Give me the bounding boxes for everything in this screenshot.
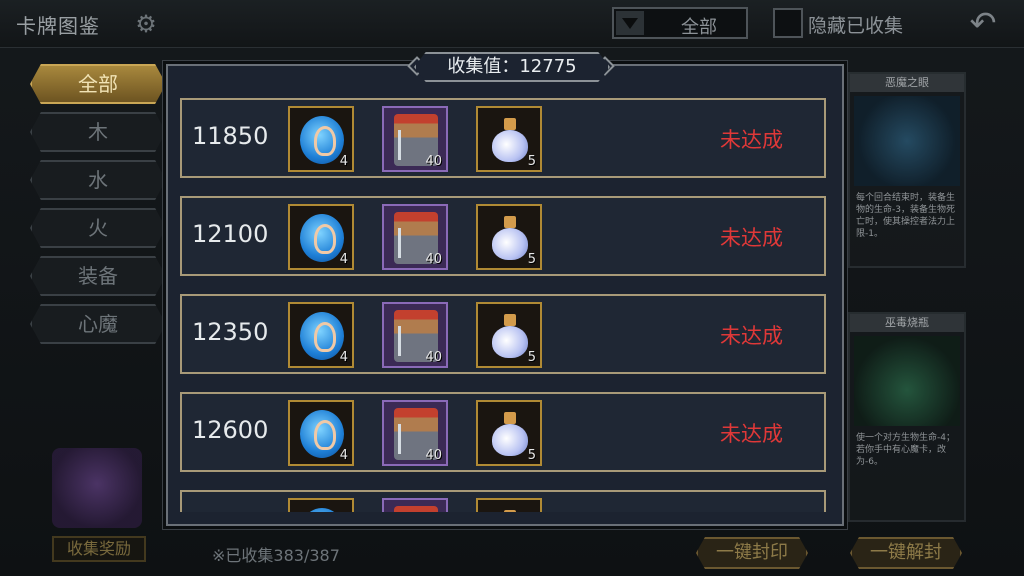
reward-threshold: 12350 bbox=[192, 318, 269, 346]
blue-drop-icon bbox=[300, 214, 344, 262]
chevron-down-icon[interactable] bbox=[616, 11, 644, 35]
status-label: 未达成 bbox=[720, 128, 783, 152]
collection-reward-button[interactable]: 收集奖励 bbox=[52, 536, 146, 562]
potion-flask-icon bbox=[492, 412, 528, 456]
reward-item[interactable]: 40 bbox=[382, 204, 448, 270]
page-title: 卡牌图鉴 bbox=[16, 14, 100, 38]
potion-flask-icon bbox=[492, 510, 528, 512]
reward-item[interactable]: 40 bbox=[382, 302, 448, 368]
reward-item[interactable]: 40 bbox=[382, 400, 448, 466]
reward-item[interactable]: 5 bbox=[476, 204, 542, 270]
tab-water[interactable]: 水 bbox=[30, 160, 166, 200]
hide-collected-checkbox[interactable] bbox=[773, 8, 803, 38]
hero-card-icon bbox=[394, 506, 438, 512]
settings-gear-icon[interactable]: ⚙ bbox=[132, 10, 160, 38]
blue-drop-icon bbox=[300, 410, 344, 458]
reward-row: 12350 4 40 5 未达成 bbox=[180, 294, 826, 374]
card-description: 使一个对方生物生命-4；若你手中有心魔卡，改为-6。 bbox=[856, 433, 955, 467]
item-count: 40 bbox=[425, 448, 442, 463]
reward-threshold: 12600 bbox=[192, 416, 269, 444]
card-name: 恶魔之眼 bbox=[850, 74, 964, 92]
item-count: 40 bbox=[425, 350, 442, 365]
blue-drop-icon bbox=[300, 508, 344, 512]
potion-flask-icon bbox=[492, 314, 528, 358]
collection-value: 收集值：12775 bbox=[447, 56, 577, 77]
collected-count: ※已收集383/387 bbox=[212, 546, 340, 565]
reward-item[interactable]: 4 bbox=[288, 204, 354, 270]
treasure-chest-icon[interactable] bbox=[52, 448, 142, 528]
reward-item[interactable]: 4 bbox=[288, 302, 354, 368]
status-label: 未达成 bbox=[720, 324, 783, 348]
filter-value: 全部 bbox=[681, 17, 717, 38]
seal-all-button[interactable]: 一键封印 bbox=[696, 537, 808, 569]
reward-threshold: 12100 bbox=[192, 220, 269, 248]
card-name: 巫毒烧瓶 bbox=[850, 314, 964, 332]
reward-item[interactable] bbox=[382, 498, 448, 512]
potion-flask-icon bbox=[492, 118, 528, 162]
reward-item[interactable] bbox=[476, 498, 542, 512]
tab-heart-demon[interactable]: 心魔 bbox=[30, 304, 166, 344]
blue-drop-icon bbox=[300, 312, 344, 360]
reward-item[interactable]: 5 bbox=[476, 400, 542, 466]
item-count: 5 bbox=[527, 350, 536, 365]
item-count: 5 bbox=[527, 448, 536, 463]
card-demon-eye[interactable]: 恶魔之眼 每个回合结束时，装备生物的生命-3，装备生物死亡时，使其操控者法力上限… bbox=[848, 72, 966, 268]
item-count: 40 bbox=[425, 154, 442, 169]
item-count: 4 bbox=[339, 350, 348, 365]
item-count: 4 bbox=[339, 154, 348, 169]
card-description: 每个回合结束时，装备生物的生命-3，装备生物死亡时，使其操控者法力上限-1。 bbox=[856, 193, 956, 239]
reward-item[interactable]: 4 bbox=[288, 400, 354, 466]
item-count: 40 bbox=[425, 252, 442, 267]
item-count: 5 bbox=[527, 154, 536, 169]
tab-wood[interactable]: 木 bbox=[30, 112, 166, 152]
item-count: 4 bbox=[339, 448, 348, 463]
reward-threshold: 11850 bbox=[192, 122, 269, 150]
reward-row-partial bbox=[180, 490, 826, 512]
unseal-all-button[interactable]: 一键解封 bbox=[850, 537, 962, 569]
reward-item[interactable]: 5 bbox=[476, 106, 542, 172]
reward-row: 12100 4 40 5 未达成 bbox=[180, 196, 826, 276]
reward-item[interactable]: 40 bbox=[382, 106, 448, 172]
card-voodoo-flask[interactable]: 巫毒烧瓶 使一个对方生物生命-4；若你手中有心魔卡，改为-6。 bbox=[848, 312, 966, 522]
status-label: 未达成 bbox=[720, 226, 783, 250]
tab-all[interactable]: 全部 bbox=[30, 64, 166, 104]
filter-dropdown[interactable]: 全部 bbox=[612, 7, 748, 39]
collection-value-banner: 收集值：12775 bbox=[414, 52, 610, 82]
hide-collected-label: 隐藏已收集 bbox=[808, 15, 904, 37]
item-count: 5 bbox=[527, 252, 536, 267]
tab-equipment[interactable]: 装备 bbox=[30, 256, 166, 296]
status-label: 未达成 bbox=[720, 422, 783, 446]
reward-item[interactable]: 4 bbox=[288, 106, 354, 172]
top-bar: 卡牌图鉴 ⚙ 全部 隐藏已收集 ↶ bbox=[0, 0, 1024, 48]
category-tabs: 全部 木 水 火 装备 心魔 bbox=[30, 64, 166, 352]
reward-list[interactable]: 11850 4 40 5 未达成 12100 4 40 5 未达成 12350 … bbox=[180, 98, 828, 512]
item-count: 4 bbox=[339, 252, 348, 267]
reward-item[interactable] bbox=[288, 498, 354, 512]
card-art bbox=[854, 336, 960, 426]
tab-fire[interactable]: 火 bbox=[30, 208, 166, 248]
reward-row: 11850 4 40 5 未达成 bbox=[180, 98, 826, 178]
reward-row: 12600 4 40 5 未达成 bbox=[180, 392, 826, 472]
card-art bbox=[854, 96, 960, 186]
blue-drop-icon bbox=[300, 116, 344, 164]
potion-flask-icon bbox=[492, 216, 528, 260]
reward-item[interactable]: 5 bbox=[476, 302, 542, 368]
back-arrow-icon[interactable]: ↶ bbox=[960, 7, 1006, 40]
